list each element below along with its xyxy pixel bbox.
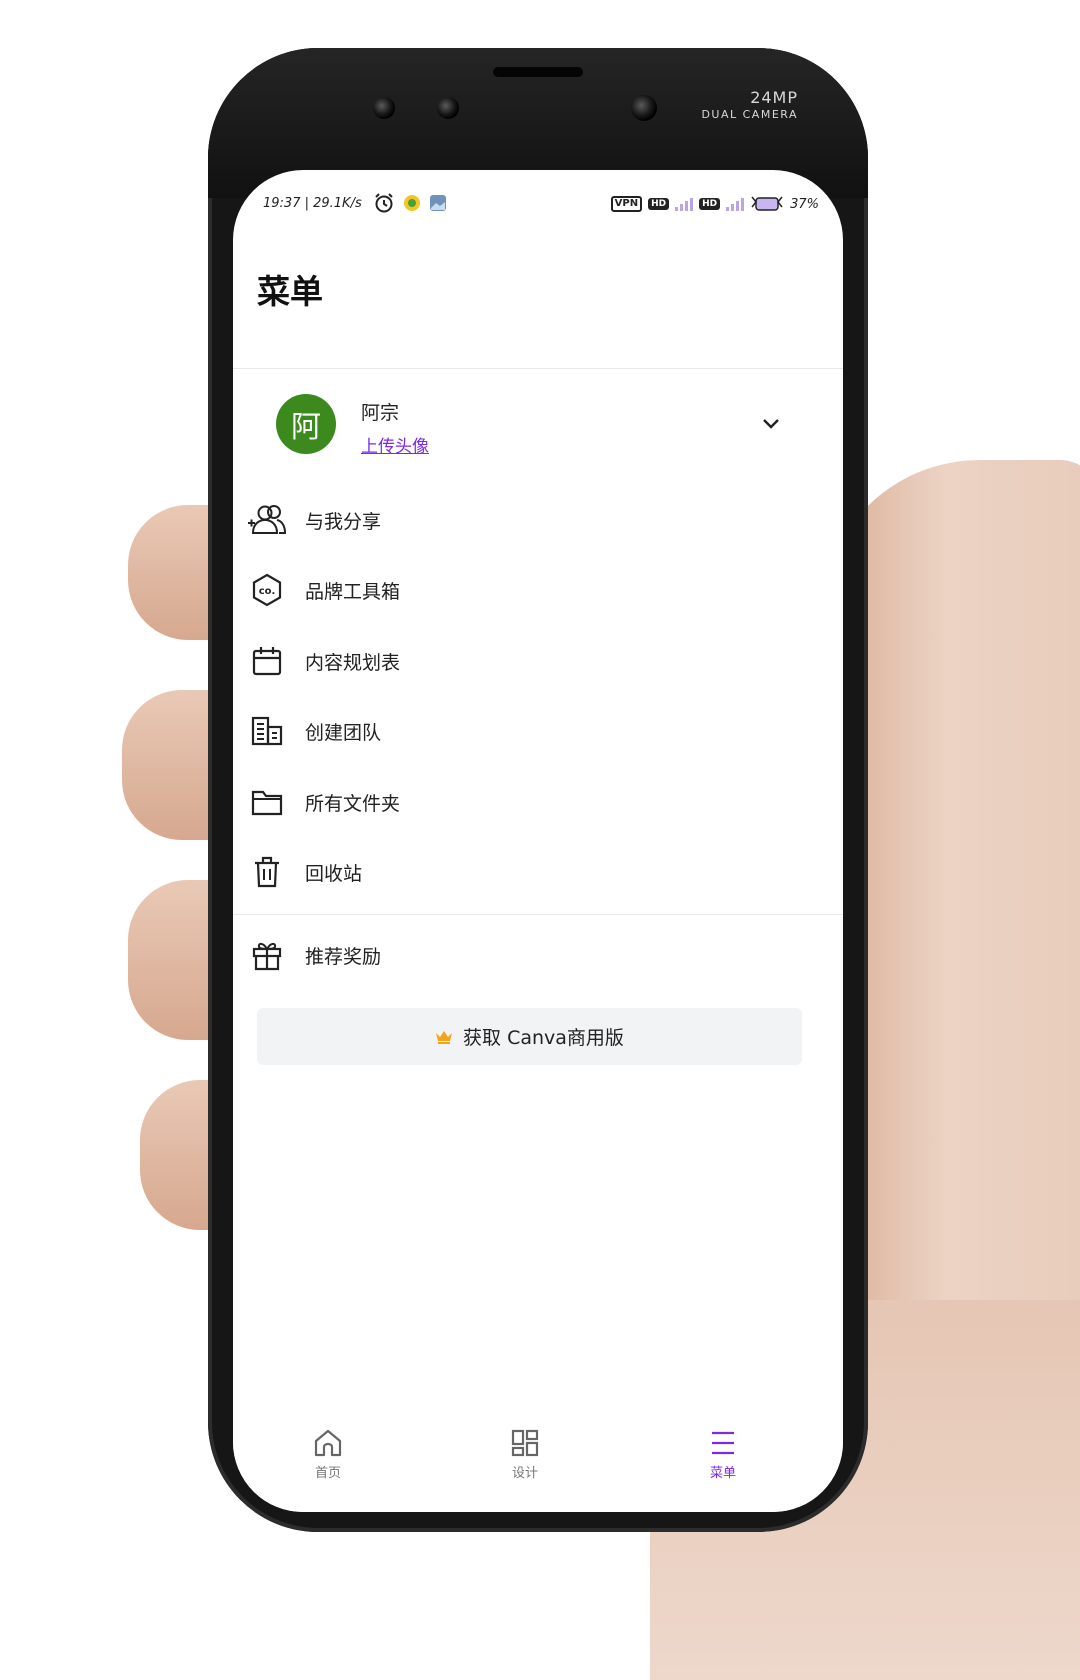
menu-item-trash[interactable]: 回收站 <box>247 842 827 902</box>
bottom-navigation: 首页 设计 菜单 <box>233 1418 843 1512</box>
camera-label: 24MP DUAL CAMERA <box>701 88 798 121</box>
signal-bars-icon <box>726 197 745 211</box>
nav-menu-label: 菜单 <box>709 1466 736 1481</box>
menu-item-label: 内容规划表 <box>305 651 401 674</box>
menu-item-content-planner[interactable]: 内容规划表 <box>247 631 827 691</box>
trash-icon <box>247 852 287 892</box>
crown-icon <box>436 1030 453 1044</box>
gallery-notification-icon <box>430 195 446 211</box>
nav-designs-label: 设计 <box>511 1466 538 1481</box>
page-title: 菜单 <box>257 272 323 311</box>
menu-item-label: 与我分享 <box>305 510 382 533</box>
menu-item-brand-kit[interactable]: co. 品牌工具箱 <box>247 560 827 620</box>
chevron-down-icon[interactable] <box>760 416 782 432</box>
shared-people-icon <box>247 500 287 540</box>
gift-icon <box>247 935 287 975</box>
nav-home[interactable]: 首页 <box>268 1428 388 1498</box>
svg-text:co.: co. <box>259 586 276 597</box>
menu-item-create-team[interactable]: 创建团队 <box>247 701 827 761</box>
nav-home-label: 首页 <box>314 1466 341 1481</box>
user-name: 阿宗 <box>361 402 400 424</box>
status-right: VPN HD HD 37% <box>610 194 819 214</box>
menu-item-label: 品牌工具箱 <box>305 580 401 603</box>
brand-kit-icon: co. <box>247 570 287 610</box>
divider <box>233 914 843 915</box>
avatar[interactable]: 阿 <box>276 394 336 454</box>
avatar-letter: 阿 <box>291 410 321 445</box>
screen: 19:37 | 29.1K/s VPN HD HD 37% 菜单 阿 阿宗 上传… <box>233 170 843 1512</box>
menu-item-all-folders[interactable]: 所有文件夹 <box>247 772 827 832</box>
status-time: 19:37 | 29.1K/s <box>263 196 362 211</box>
app-notification-icon <box>404 195 420 211</box>
hd-badge: HD <box>699 198 721 210</box>
get-canva-pro-button[interactable]: 获取 Canva商用版 <box>257 1008 802 1065</box>
calendar-icon <box>247 641 287 681</box>
status-bar: 19:37 | 29.1K/s VPN HD HD 37% <box>233 170 843 230</box>
camera-lens-icon <box>631 95 657 121</box>
nav-designs[interactable]: 设计 <box>465 1428 585 1498</box>
designs-grid-icon <box>511 1429 539 1457</box>
folder-icon <box>247 782 287 822</box>
divider <box>233 368 843 369</box>
building-icon <box>247 711 287 751</box>
menu-item-referral-rewards[interactable]: 推荐奖励 <box>247 925 827 985</box>
menu-item-shared-with-me[interactable]: 与我分享 <box>247 490 827 550</box>
menu-hamburger-icon <box>712 1431 734 1455</box>
menu-item-label: 推荐奖励 <box>305 945 382 968</box>
alarm-icon <box>375 193 393 213</box>
earpiece-speaker <box>493 67 583 77</box>
menu-item-label: 回收站 <box>305 862 363 885</box>
signal-bars-icon <box>675 197 694 211</box>
menu-item-label: 所有文件夹 <box>305 792 401 815</box>
get-canva-pro-label: 获取 Canva商用版 <box>463 1027 624 1049</box>
home-icon <box>314 1429 342 1457</box>
camera-lens-icon <box>373 97 395 119</box>
camera-lens-icon <box>437 97 459 119</box>
battery-percent: 37% <box>790 196 819 212</box>
hd-badge: HD <box>648 198 670 210</box>
upload-avatar-link[interactable]: 上传头像 <box>361 432 429 457</box>
phone-frame: 24MP DUAL CAMERA 19:37 | 29.1K/s VPN HD … <box>208 48 868 1532</box>
vpn-badge: VPN <box>610 196 643 212</box>
battery-icon <box>751 196 783 211</box>
menu-item-label: 创建团队 <box>305 721 382 744</box>
nav-menu[interactable]: 菜单 <box>663 1428 783 1498</box>
